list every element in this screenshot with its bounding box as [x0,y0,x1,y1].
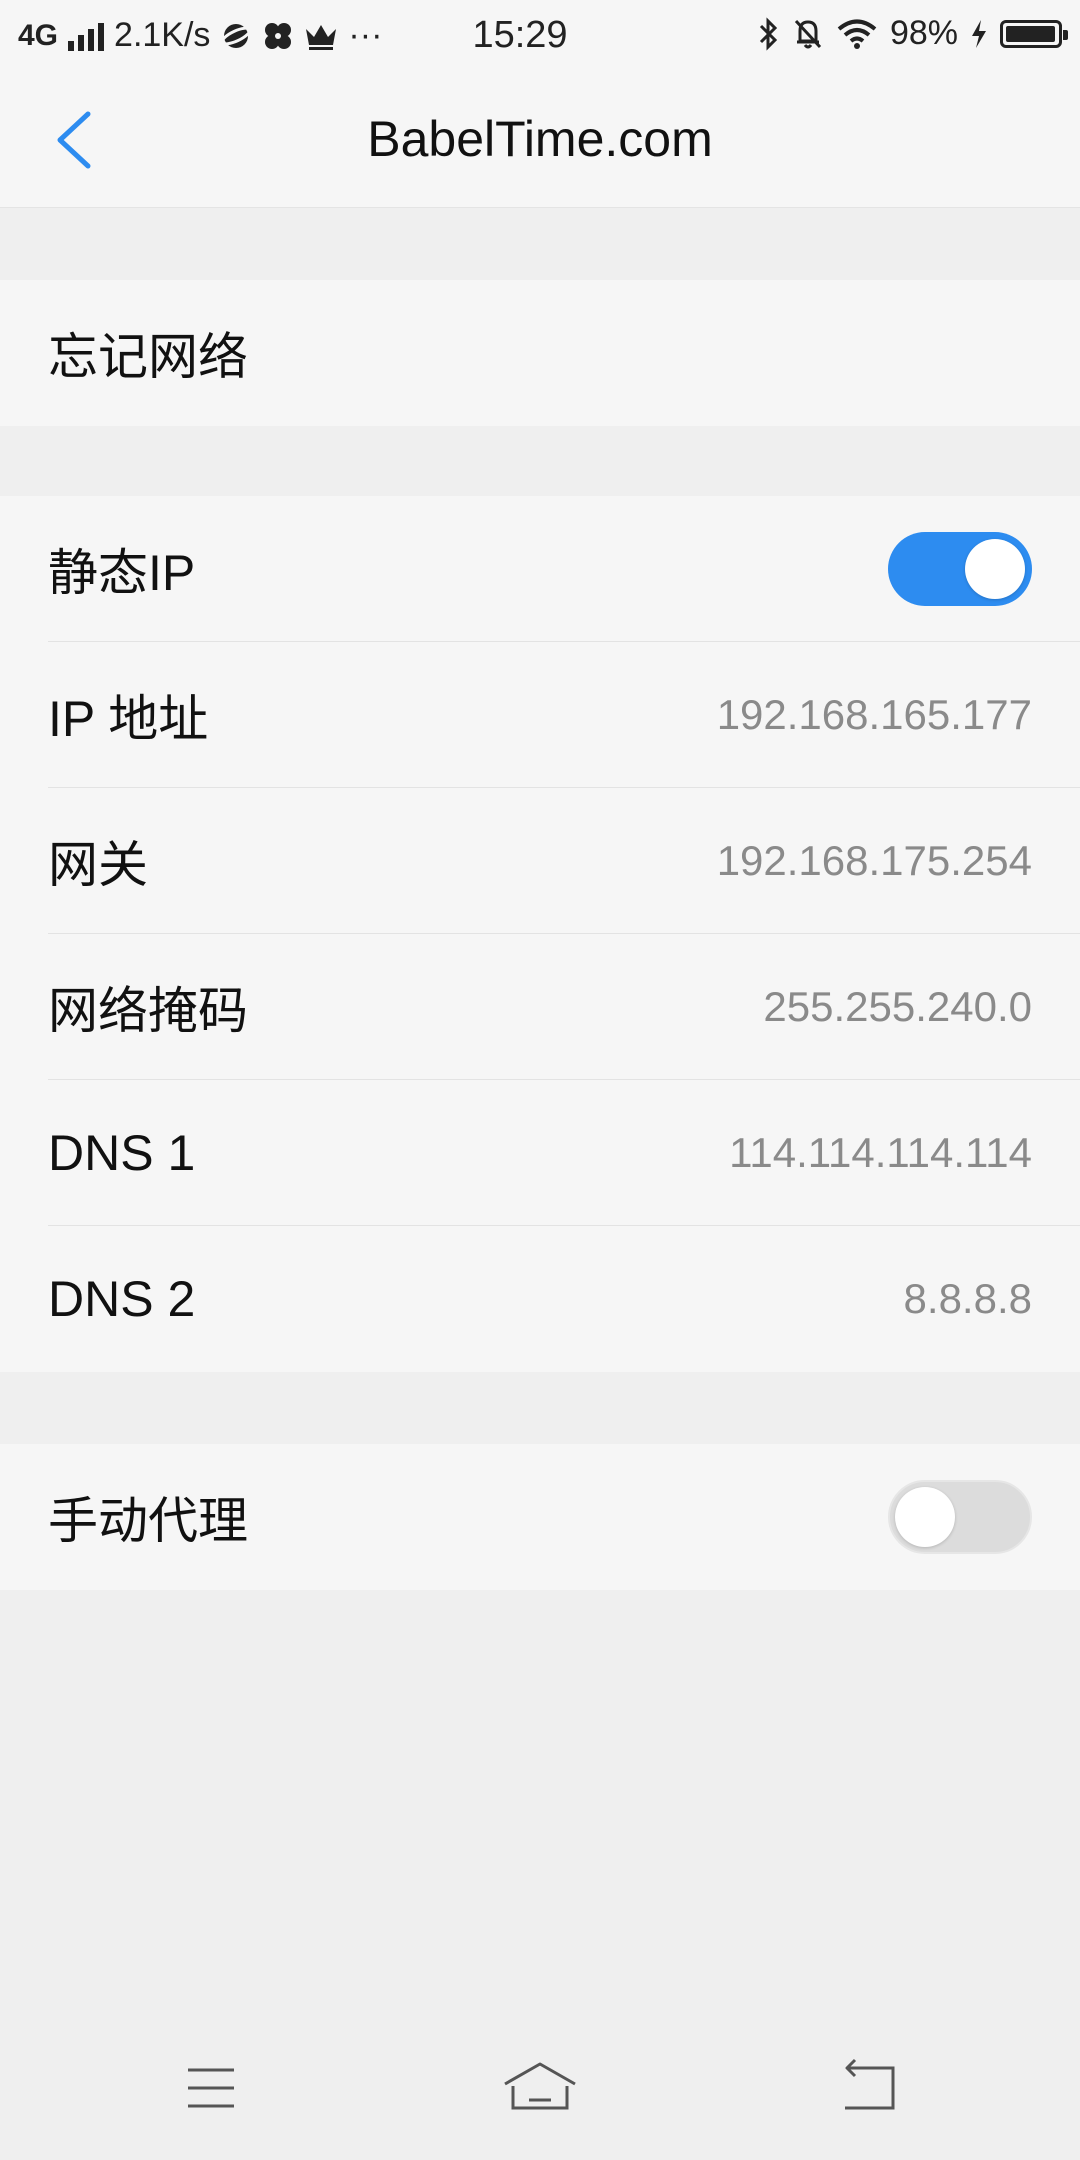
app-header: BabelTime.com [0,72,1080,208]
static-ip-group: 静态IP IP 地址 192.168.165.177 网关 192.168.17… [0,496,1080,1372]
gateway-label: 网关 [48,837,148,893]
home-icon [504,2062,576,2110]
status-bar: 4G 2.1K/s ··· 15:29 98% [0,0,1080,72]
navigation-bar [0,2020,1080,2160]
manual-proxy-label: 手动代理 [48,1493,248,1549]
ip-address-label: IP 地址 [48,691,209,747]
static-ip-toggle[interactable] [888,532,1032,606]
gateway-value: 192.168.175.254 [716,837,1032,884]
proxy-group: 手动代理 [0,1444,1080,1590]
forget-network-group: 忘记网络 [0,280,1080,426]
page-title: BabelTime.com [367,111,713,167]
manual-proxy-toggle[interactable] [888,1480,1032,1554]
bell-muted-icon [794,19,822,48]
netmask-row[interactable]: 网络掩码 255.255.240.0 [0,934,1080,1080]
forget-network-label: 忘记网络 [48,329,248,385]
back-nav-button[interactable] [823,2048,913,2128]
home-button[interactable] [495,2048,585,2128]
battery-percent: 98% [889,14,958,52]
manual-proxy-row: 手动代理 [0,1444,1080,1590]
forget-network-row[interactable]: 忘记网络 [0,280,1080,426]
battery-icon [1000,19,1068,48]
ip-address-value: 192.168.165.177 [716,691,1032,738]
dns1-value: 114.114.114.114 [729,1129,1032,1176]
bluetooth-icon [759,16,778,51]
dns1-label: DNS 1 [48,1125,196,1181]
netmask-value: 255.255.240.0 [763,983,1032,1030]
static-ip-row: 静态IP [0,496,1080,642]
netmask-label: 网络掩码 [48,983,248,1039]
dns1-row[interactable]: DNS 1 114.114.114.114 [0,1080,1080,1226]
dns2-row[interactable]: DNS 2 8.8.8.8 [0,1226,1080,1372]
gateway-row[interactable]: 网关 192.168.175.254 [0,788,1080,934]
toggle-knob [895,1487,955,1547]
menu-icon [188,2068,234,2108]
menu-button[interactable] [166,2048,256,2128]
ip-address-row[interactable]: IP 地址 192.168.165.177 [0,642,1080,788]
wifi-icon [837,19,877,49]
toggle-knob [965,539,1025,599]
status-right: 98% [758,14,1068,53]
battery-fill [1006,25,1055,42]
charging-icon [972,19,986,48]
back-icon [845,2058,895,2110]
dns2-label: DNS 2 [48,1271,196,1327]
dns2-value: 8.8.8.8 [903,1275,1032,1322]
static-ip-label: 静态IP [48,545,196,601]
